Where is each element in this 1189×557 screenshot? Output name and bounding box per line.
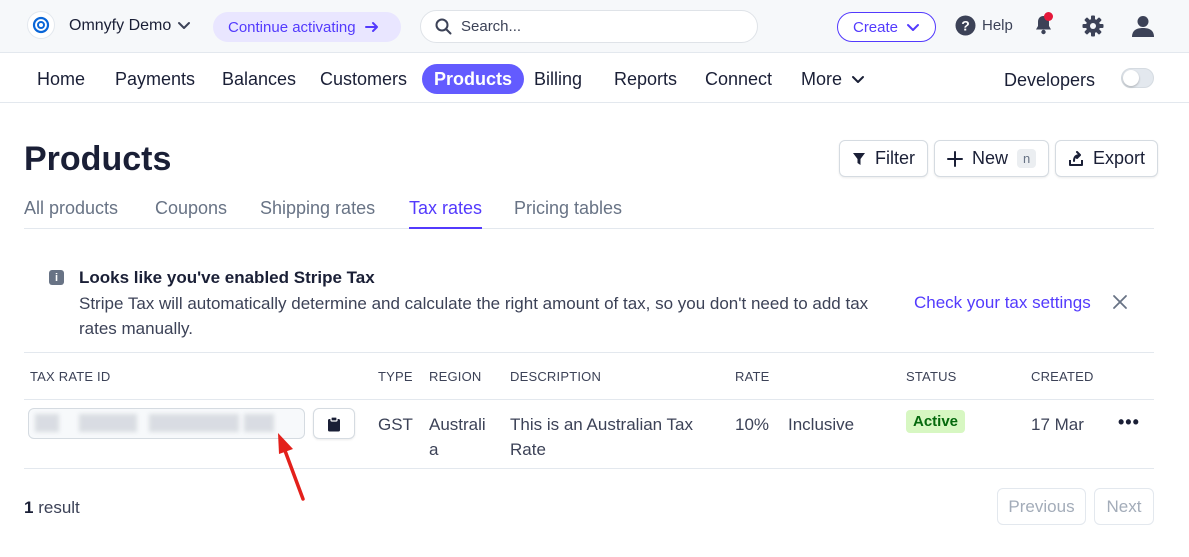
nav-balances[interactable]: Balances: [222, 64, 296, 94]
create-label: Create: [852, 18, 899, 36]
cell-created: 17 Mar: [1031, 415, 1084, 434]
chevron-down-icon: [852, 76, 865, 83]
filter-label: Filter: [875, 148, 915, 168]
redacted-text: [149, 414, 239, 432]
nav-payments[interactable]: Payments: [115, 64, 195, 94]
cell-region: Australia: [429, 415, 486, 459]
toggle-knob: [1123, 70, 1139, 86]
close-icon[interactable]: [1112, 294, 1128, 315]
main-nav: Home Payments Balances Customers Product…: [0, 54, 1189, 103]
search-icon: [435, 18, 452, 35]
export-label: Export: [1093, 148, 1146, 168]
redacted-text: [244, 414, 274, 432]
notification-dot: [1044, 12, 1053, 21]
help-label: Help: [982, 17, 1013, 34]
column-header-created: CREATED: [1031, 369, 1094, 384]
tab-coupons[interactable]: Coupons: [155, 198, 227, 229]
column-header-region: REGION: [429, 369, 482, 384]
cell-description: This is an Australian Tax Rate: [510, 415, 693, 459]
tab-pricing-tables[interactable]: Pricing tables: [514, 198, 622, 229]
keyboard-shortcut: n: [1017, 149, 1037, 168]
table-divider: [24, 399, 1154, 400]
more-actions-icon[interactable]: •••: [1118, 412, 1140, 433]
column-header-status: STATUS: [906, 369, 957, 384]
info-icon: i: [49, 270, 64, 285]
nav-customers[interactable]: Customers: [320, 64, 407, 94]
search-bar[interactable]: [420, 10, 758, 43]
nav-more[interactable]: More: [801, 64, 866, 94]
nav-home[interactable]: Home: [37, 64, 85, 94]
chevron-down-icon: [907, 24, 920, 31]
annotation-arrow-icon: [278, 433, 305, 501]
redacted-text: [79, 414, 137, 432]
previous-button[interactable]: Previous: [997, 488, 1086, 525]
account-name[interactable]: Omnyfy Demo: [69, 17, 171, 35]
help-icon: ?: [955, 15, 976, 36]
clipboard-icon: [328, 415, 340, 431]
cell-inclusive: Inclusive: [788, 415, 855, 434]
redacted-text: [35, 414, 59, 432]
nav-more-label: More: [801, 68, 843, 89]
table-divider: [24, 468, 1154, 469]
svg-text:?: ?: [961, 18, 970, 34]
column-header-description: DESCRIPTION: [510, 369, 602, 384]
tab-shipping-rates[interactable]: Shipping rates: [260, 198, 375, 229]
status-badge: Active: [906, 410, 966, 433]
tax-rate-id-redacted[interactable]: [28, 408, 305, 439]
cell-rate: 10%: [735, 415, 770, 434]
search-input[interactable]: [461, 18, 721, 35]
arrow-right-icon: [364, 22, 378, 32]
continue-activating-label: Continue activating: [228, 18, 356, 36]
chevron-down-icon[interactable]: [176, 17, 192, 38]
table-divider: [24, 352, 1154, 353]
page-title: Products: [24, 140, 172, 178]
export-button[interactable]: Export: [1055, 140, 1159, 177]
top-bar: Omnyfy Demo Continue activating Create ?…: [0, 0, 1189, 53]
nav-billing[interactable]: Billing: [534, 64, 582, 94]
nav-reports[interactable]: Reports: [614, 64, 677, 94]
banner-body: Stripe Tax will automatically determine …: [79, 294, 869, 338]
nav-connect[interactable]: Connect: [705, 64, 772, 94]
gear-icon[interactable]: [1082, 15, 1104, 42]
check-tax-settings-link[interactable]: Check your tax settings: [914, 293, 1091, 313]
continue-activating-button[interactable]: Continue activating: [213, 12, 401, 42]
result-number: 1: [24, 498, 34, 517]
products-tabs: All products Coupons Shipping rates Tax …: [24, 194, 1154, 229]
test-mode-toggle[interactable]: [1121, 68, 1154, 88]
copy-button[interactable]: [313, 408, 355, 439]
help-button[interactable]: ? Help: [955, 15, 1013, 36]
column-header-rate: RATE: [735, 369, 770, 384]
column-header-type: TYPE: [378, 369, 413, 384]
new-button[interactable]: New n: [934, 140, 1050, 177]
filter-button[interactable]: Filter: [839, 140, 928, 177]
next-button[interactable]: Next: [1094, 488, 1154, 525]
export-icon: [1069, 150, 1083, 166]
result-label: result: [38, 498, 80, 517]
tab-tax-rates[interactable]: Tax rates: [409, 198, 483, 229]
nav-products[interactable]: Products: [422, 64, 525, 94]
cell-type: GST: [378, 415, 413, 434]
new-label: New: [972, 148, 1009, 168]
banner-title: Looks like you've enabled Stripe Tax: [79, 268, 375, 287]
tab-all-products[interactable]: All products: [24, 198, 118, 229]
column-header-tax-rate-id: TAX RATE ID: [30, 369, 111, 384]
user-profile-icon[interactable]: [1131, 15, 1155, 42]
create-button[interactable]: Create: [837, 12, 936, 42]
filter-icon: [853, 152, 865, 165]
result-count: 1 result: [24, 498, 80, 518]
account-logo-icon[interactable]: [27, 11, 55, 39]
plus-icon: [947, 150, 963, 167]
developers-link[interactable]: Developers: [1004, 70, 1095, 91]
